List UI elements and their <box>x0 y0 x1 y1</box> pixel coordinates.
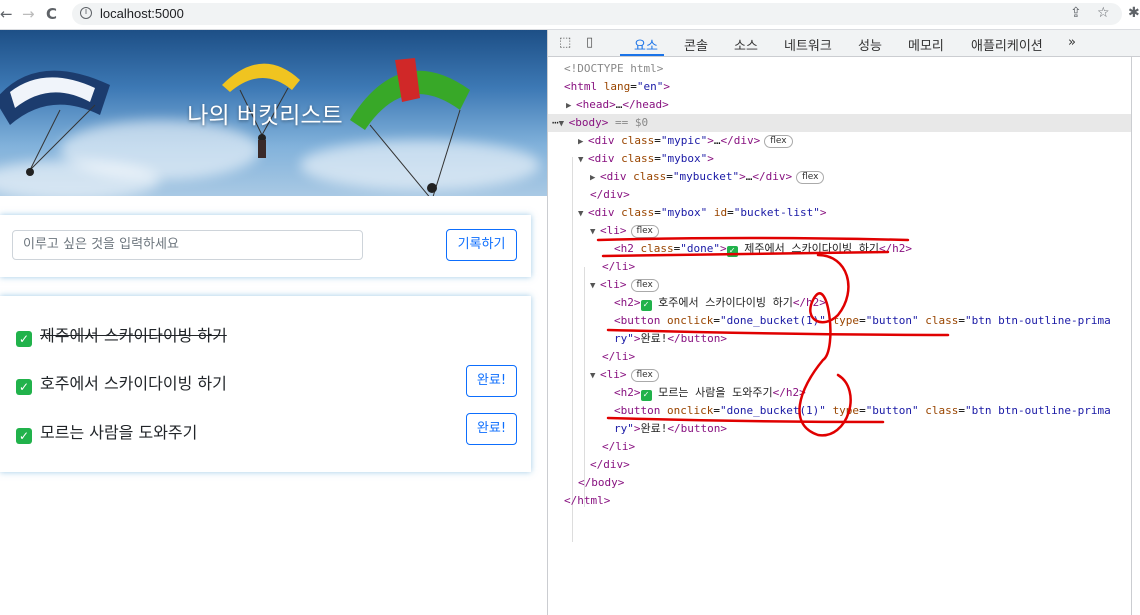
dom-line[interactable]: </li> <box>548 258 1140 276</box>
devtools-panel: ⬚ ▯ 요소 콘솔 소스 네트워크 성능 메모리 애플리케이션 » <!DOCT… <box>547 30 1140 615</box>
tab-performance[interactable]: 성능 <box>858 35 882 54</box>
elements-tree: <!DOCTYPE html> <html lang="en"> ▶ <head>… <box>548 57 1135 615</box>
inspect-icon[interactable]: ⬚ <box>559 35 571 50</box>
dom-line[interactable]: </div> <box>548 186 1140 204</box>
reload-icon[interactable]: C <box>46 5 57 23</box>
dom-line[interactable]: ▼ <div class="mybox" id="bucket-list"> <box>548 204 1140 222</box>
browser-toolbar: ← → C i localhost:5000 ⇪ ☆ ✱ <box>0 0 1140 30</box>
dom-line[interactable]: ry">완료!</button> <box>548 420 1140 438</box>
dom-line[interactable]: <h2> ✓ 호주에서 스카이다이빙 하기</h2> <box>548 294 1140 312</box>
active-tab-indicator <box>620 54 664 56</box>
page-title: 나의 버킷리스트 <box>187 103 343 129</box>
input-card: 이루고 싶은 것을 입력하세요 기록하기 <box>0 215 531 277</box>
record-button[interactable]: 기록하기 <box>446 229 517 261</box>
done-button[interactable]: 완료! <box>466 365 517 397</box>
page-viewport: 나의 버킷리스트 이루고 싶은 것을 입력하세요 기록하기 ✓ 제주에서 스카이다… <box>0 30 547 615</box>
dom-line[interactable]: </li> <box>548 348 1140 366</box>
check-icon: ✓ <box>726 246 738 257</box>
tab-network[interactable]: 네트워크 <box>784 35 832 54</box>
bucket-input[interactable]: 이루고 싶은 것을 입력하세요 <box>12 230 363 260</box>
extensions-icon[interactable]: ✱ <box>1128 5 1140 21</box>
dom-line[interactable]: </html> <box>548 492 1140 510</box>
forward-icon[interactable]: → <box>22 5 35 23</box>
dom-line[interactable]: ▶ <head>…</head> <box>548 96 1140 114</box>
tab-sources[interactable]: 소스 <box>734 35 758 54</box>
styles-pane-edge <box>1131 57 1140 615</box>
dom-line[interactable]: <!DOCTYPE html> <box>548 60 1140 78</box>
dom-line[interactable]: ▼ <li> flex <box>548 276 1140 294</box>
dom-line[interactable]: <html lang="en"> <box>548 78 1140 96</box>
dom-line[interactable]: <button onclick="done_bucket(1)" type="b… <box>548 402 1140 420</box>
address-bar[interactable]: i localhost:5000 <box>72 3 1122 25</box>
dom-line[interactable]: ▶ <div class="mypic">…</div> flex <box>548 132 1140 150</box>
tab-memory[interactable]: 메모리 <box>908 35 944 54</box>
tab-console[interactable]: 콘솔 <box>684 35 708 54</box>
tab-elements[interactable]: 요소 <box>634 35 658 54</box>
check-icon: ✓ <box>16 379 32 395</box>
check-icon: ✓ <box>640 390 652 401</box>
share-icon[interactable]: ⇪ <box>1070 5 1082 21</box>
url-text: localhost:5000 <box>100 6 184 21</box>
check-icon: ✓ <box>16 428 32 444</box>
device-icon[interactable]: ▯ <box>586 35 593 50</box>
dom-line[interactable]: ▼ <div class="mybox"> <box>548 150 1140 168</box>
hero-banner: 나의 버킷리스트 <box>0 30 547 196</box>
more-tabs-icon[interactable]: » <box>1068 35 1076 50</box>
dom-line[interactable]: <h2 class="done"> ✓ 제주에서 스카이다이빙 하기</h2> <box>548 240 1140 258</box>
dom-line[interactable]: <h2> ✓ 모르는 사람을 도와주기</h2> <box>548 384 1140 402</box>
check-icon: ✓ <box>16 331 32 347</box>
dom-line-selected[interactable]: ⋯▼ <body> == $0 <box>548 114 1135 132</box>
bucket-item: ✓ 호주에서 스카이다이빙 하기 <box>16 370 227 395</box>
bucket-item: ✓ 모르는 사람을 도와주기 <box>16 419 197 444</box>
check-icon: ✓ <box>640 300 652 311</box>
info-icon[interactable]: i <box>80 7 92 19</box>
bucket-list-card: ✓ 제주에서 스카이다이빙 하기 ✓ 호주에서 스카이다이빙 하기 완료! ✓ 모르는… <box>0 296 531 472</box>
dom-line[interactable]: </div> <box>548 456 1140 474</box>
back-icon[interactable]: ← <box>0 5 13 23</box>
dom-line[interactable]: ▼ <li> flex <box>548 366 1140 384</box>
bucket-item: ✓ 제주에서 스카이다이빙 하기 <box>16 322 227 347</box>
star-icon[interactable]: ☆ <box>1097 5 1110 21</box>
dom-line[interactable]: ry">완료!</button> <box>548 330 1140 348</box>
dom-line[interactable]: ▶ <div class="mybucket">…</div> flex <box>548 168 1140 186</box>
done-button[interactable]: 완료! <box>466 413 517 445</box>
dom-line[interactable]: ▼ <li> flex <box>548 222 1140 240</box>
dom-line[interactable]: </li> <box>548 438 1140 456</box>
dom-line[interactable]: <button onclick="done_bucket(1)" type="b… <box>548 312 1140 330</box>
dom-line[interactable]: </body> <box>548 474 1140 492</box>
tab-application[interactable]: 애플리케이션 <box>971 35 1043 54</box>
devtools-tabbar: ⬚ ▯ 요소 콘솔 소스 네트워크 성능 메모리 애플리케이션 » <box>548 30 1140 57</box>
